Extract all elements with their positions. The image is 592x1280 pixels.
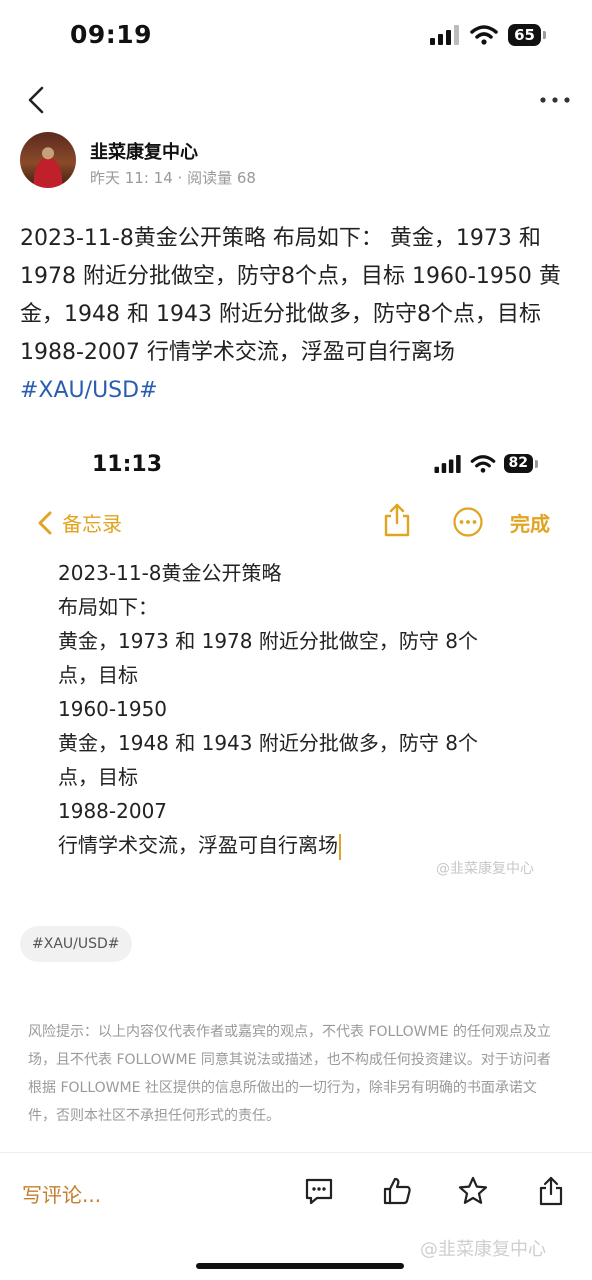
notes-line: 黄金，1948 和 1943 附近分批做多，防守 8个 xyxy=(58,731,478,755)
author-header: 韭菜康复中心 昨天 11: 14 · 阅读量 68 xyxy=(20,132,560,192)
post-body: 2023-11-8黄金公开策略 布局如下： 黄金，1973 和 1978 附近分… xyxy=(20,220,576,410)
share-icon[interactable] xyxy=(535,1175,567,1207)
top-nav xyxy=(0,78,592,122)
battery-indicator: 82 xyxy=(503,454,538,473)
notes-line: 黄金，1973 和 1978 附近分批做空，防守 8个 xyxy=(58,629,478,653)
battery-indicator: 65 xyxy=(508,24,546,46)
author-name[interactable]: 韭菜康复中心 xyxy=(90,138,198,164)
comment-input[interactable]: 写评论... xyxy=(22,1179,101,1208)
status-time: 09:19 xyxy=(70,20,153,49)
post-text: 2023-11-8黄金公开策略 布局如下： 黄金，1973 和 1978 附近分… xyxy=(20,226,561,365)
status-bar: 09:19 65 xyxy=(0,0,592,70)
bottom-action-bar: 写评论... @韭菜康复中心 xyxy=(0,1152,592,1280)
notes-line: 1988-2007 xyxy=(58,799,168,823)
battery-level: 65 xyxy=(508,24,541,46)
screenshot-watermark: @韭菜康复中心 xyxy=(436,861,534,877)
notes-line: 布局如下： xyxy=(58,595,158,619)
screenshot-status-time: 11:13 xyxy=(92,452,163,477)
wifi-icon xyxy=(470,454,495,473)
comment-icon[interactable] xyxy=(303,1175,335,1207)
notes-line: 点，目标 xyxy=(58,663,138,687)
page-watermark: @韭菜康复中心 xyxy=(420,1239,546,1260)
status-icons: 65 xyxy=(430,24,546,46)
wifi-icon xyxy=(470,25,498,45)
more-circle-icon[interactable] xyxy=(452,506,484,538)
cellular-signal-icon xyxy=(434,454,461,473)
chevron-left-icon xyxy=(38,511,52,534)
cellular-signal-icon xyxy=(430,25,460,45)
text-cursor xyxy=(339,833,341,860)
thumbs-up-icon[interactable] xyxy=(381,1175,413,1207)
notes-line: 点，目标 xyxy=(58,765,138,789)
notes-line: 2023-11-8黄金公开策略 xyxy=(58,561,282,585)
risk-disclaimer: 风险提示：以上内容仅代表作者或嘉宾的观点，不代表 FOLLOWME 的任何观点及… xyxy=(28,1024,551,1124)
notes-line: 行情学术交流，浮盈可自行离场 xyxy=(58,833,338,857)
home-indicator xyxy=(196,1263,404,1269)
star-icon[interactable] xyxy=(457,1175,489,1207)
post-hashtag-link[interactable]: #XAU/USD# xyxy=(20,378,158,403)
notes-done-button[interactable]: 完成 xyxy=(510,508,550,537)
notes-content: 2023-11-8黄金公开策略 布局如下： 黄金，1973 和 1978 附近分… xyxy=(58,556,528,862)
share-icon[interactable] xyxy=(382,502,412,538)
notes-toolbar: 备忘录 完成 xyxy=(0,502,592,542)
notes-back-label: 备忘录 xyxy=(62,512,122,536)
notes-line: 1960-1950 xyxy=(58,697,168,721)
screenshot-status-icons: 82 xyxy=(434,454,538,473)
embedded-screenshot[interactable]: 11:13 82 备忘录 完成 2023-11-8黄金公开策略 布局如下： 黄金… xyxy=(0,440,592,880)
notes-back-button[interactable]: 备忘录 xyxy=(36,508,122,537)
avatar[interactable] xyxy=(20,132,76,188)
notes-line-last: 行情学术交流，浮盈可自行离场 xyxy=(58,828,528,862)
screenshot-battery-level: 82 xyxy=(503,454,533,473)
back-arrow-icon[interactable] xyxy=(20,82,56,118)
hashtag-chip[interactable]: #XAU/USD# xyxy=(20,926,132,962)
more-options-icon[interactable] xyxy=(538,86,572,114)
post-meta: 昨天 11: 14 · 阅读量 68 xyxy=(90,169,256,187)
